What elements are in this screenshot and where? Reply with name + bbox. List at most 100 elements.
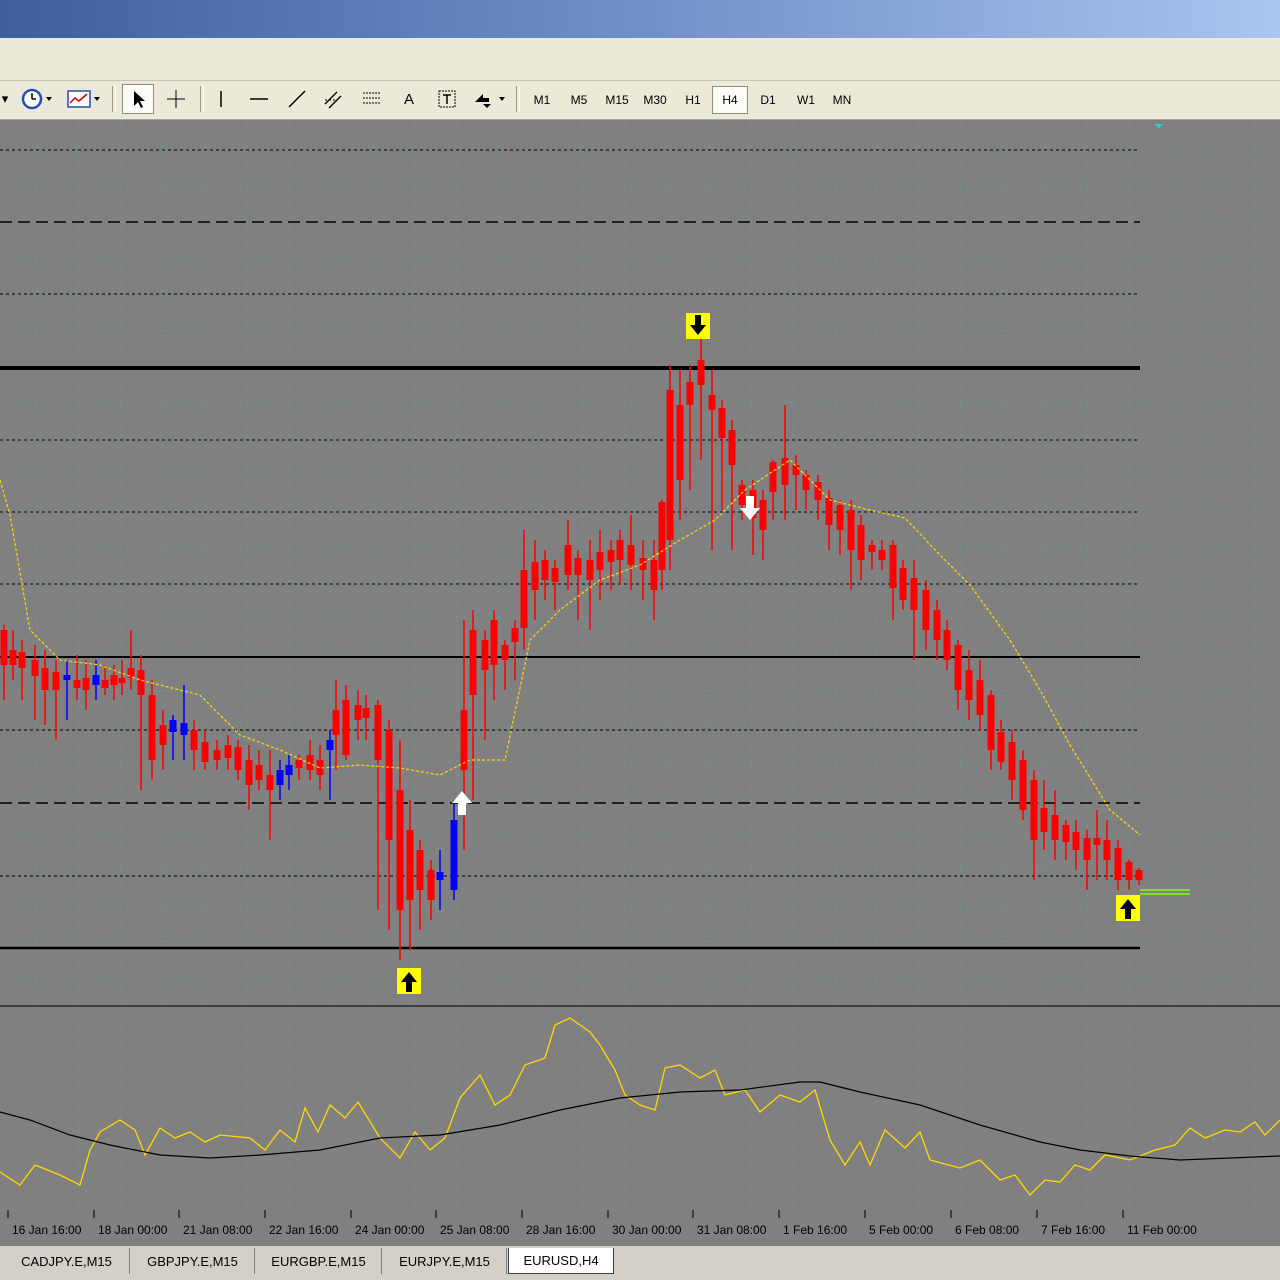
- candle-body: [697, 360, 705, 385]
- chart-tab[interactable]: EURJPY.E,M15: [383, 1248, 507, 1274]
- candle-body: [616, 540, 624, 560]
- candle-body: [159, 725, 167, 745]
- candle-body: [1062, 825, 1070, 842]
- candle-body: [41, 668, 49, 690]
- time-label: 11 Feb 00:00: [1127, 1223, 1197, 1237]
- candle-body: [1051, 815, 1059, 840]
- time-label: 22 Jan 16:00: [269, 1223, 339, 1237]
- candle-body: [728, 430, 736, 465]
- candle-body: [1103, 840, 1111, 860]
- candle-body: [436, 872, 444, 880]
- candle-body: [276, 770, 284, 785]
- trendline-icon-svg: [288, 90, 306, 108]
- timeframe-m5-button[interactable]: M5: [561, 86, 597, 114]
- clock-icon-svg: [21, 88, 52, 110]
- templates-icon[interactable]: [64, 84, 104, 114]
- text-tool-icon[interactable]: A: [394, 84, 424, 114]
- fibonacci-icon[interactable]: [356, 84, 388, 114]
- time-label: 25 Jan 08:00: [440, 1223, 510, 1237]
- candle-body: [169, 720, 177, 732]
- candle-body: [759, 500, 767, 530]
- time-label: 28 Jan 16:00: [526, 1223, 596, 1237]
- candle-body: [110, 675, 118, 685]
- candle-body: [769, 462, 777, 492]
- chart-canvas[interactable]: 16 Jan 16:00 18 Jan 00:00 21 Jan 08:00 22 J…: [0, 120, 1280, 1246]
- candle-body: [814, 482, 822, 500]
- chart-area[interactable]: 16 Jan 16:00 18 Jan 00:00 21 Jan 08:00 22 J…: [0, 120, 1280, 1246]
- candle-body: [943, 630, 951, 660]
- candle-body: [596, 552, 604, 570]
- candle-body: [1093, 838, 1101, 845]
- timeframe-mn-button[interactable]: MN: [824, 86, 860, 114]
- trendline-icon[interactable]: [282, 84, 312, 114]
- crosshair-icon-svg: [167, 90, 185, 108]
- dropdown-arrow-icon[interactable]: ▾: [0, 84, 10, 114]
- crosshair-icon[interactable]: [160, 84, 192, 114]
- chart-tab[interactable]: GBPJPY.E,M15: [131, 1248, 255, 1274]
- timeframe-h1-button[interactable]: H1: [675, 86, 711, 114]
- arrows-icon[interactable]: [470, 84, 510, 114]
- candle-body: [658, 502, 666, 570]
- arrows-icon-svg: [475, 94, 505, 108]
- candle-body: [676, 405, 684, 480]
- candle-body: [987, 695, 995, 750]
- cursor-icon[interactable]: [122, 84, 154, 114]
- white-up-arrow-icon: [452, 791, 472, 815]
- candle-body: [738, 485, 746, 505]
- candle-body: [427, 870, 435, 900]
- vertical-line-icon[interactable]: [206, 84, 236, 114]
- time-label: 21 Jan 08:00: [183, 1223, 253, 1237]
- candle-body: [836, 505, 844, 530]
- candle-body: [586, 560, 594, 580]
- candle-body: [802, 475, 810, 490]
- candle-body: [965, 670, 973, 700]
- candle-body: [490, 620, 498, 665]
- timeframe-m30-button[interactable]: M30: [637, 86, 673, 114]
- candle-body: [362, 708, 370, 718]
- toolbar-separator: [112, 86, 116, 112]
- toolbar-separator: [200, 86, 204, 112]
- candle-body: [18, 652, 26, 668]
- timeframe-h4-button[interactable]: H4: [712, 86, 748, 114]
- candle-body: [82, 678, 90, 690]
- candle-body: [481, 640, 489, 670]
- candle-body: [1125, 862, 1133, 880]
- candle-body: [255, 765, 263, 780]
- chart-tab[interactable]: EURUSD,H4: [508, 1248, 614, 1274]
- time-label: 1 Feb 16:00: [783, 1223, 847, 1237]
- candle-body: [385, 730, 393, 840]
- candle-body: [63, 675, 71, 680]
- candle-body: [0, 630, 8, 665]
- chart-tab[interactable]: CADJPY.E,M15: [4, 1248, 130, 1274]
- candle-body: [460, 710, 468, 770]
- timeframe-w1-button[interactable]: W1: [788, 86, 824, 114]
- horizontal-line-icon-svg: [250, 98, 268, 100]
- candle-body: [520, 570, 528, 628]
- time-label: 24 Jan 00:00: [355, 1223, 425, 1237]
- candle-body: [922, 590, 930, 630]
- candle-body: [531, 562, 539, 590]
- chart-tab[interactable]: EURGBP.E,M15: [256, 1248, 382, 1274]
- candle-body: [718, 408, 726, 438]
- timeframe-m15-button[interactable]: M15: [599, 86, 635, 114]
- candle-body: [551, 568, 559, 582]
- scroll-marker-icon: [1154, 124, 1164, 128]
- text-label-icon[interactable]: [432, 84, 462, 114]
- timeframe-m1-button[interactable]: M1: [524, 86, 560, 114]
- timeframe-d1-button[interactable]: D1: [750, 86, 786, 114]
- candle-body: [607, 550, 615, 562]
- candle-body: [118, 678, 126, 683]
- candle-body: [9, 650, 17, 665]
- candle-body: [997, 732, 1005, 762]
- candle-body: [190, 730, 198, 750]
- candle-body: [180, 723, 188, 735]
- candle-body: [92, 675, 100, 685]
- candle-body: [847, 510, 855, 550]
- candle-body: [541, 560, 549, 580]
- clock-icon[interactable]: [18, 84, 56, 114]
- horizontal-line-icon[interactable]: [244, 84, 274, 114]
- candle-body: [857, 525, 865, 560]
- candle-body: [708, 395, 716, 410]
- candle-body: [416, 850, 424, 890]
- equidistant-channel-icon[interactable]: [318, 84, 350, 114]
